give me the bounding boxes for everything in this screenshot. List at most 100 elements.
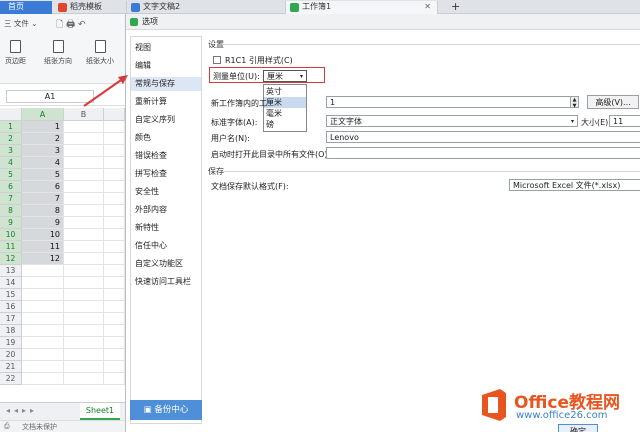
cell-b[interactable] [64, 121, 104, 133]
nav-item[interactable]: 安全性 [135, 185, 159, 199]
startup-folder-input[interactable] [326, 147, 640, 159]
cell-a[interactable]: 2 [22, 133, 64, 145]
cell-c[interactable] [104, 265, 125, 277]
row-header[interactable]: 13 [0, 265, 22, 277]
cell-c[interactable] [104, 313, 125, 325]
new-tab-button[interactable]: + [448, 1, 462, 14]
nav-item[interactable]: 自定义功能区 [135, 257, 183, 271]
cell-b[interactable] [64, 193, 104, 205]
cell-b[interactable] [64, 229, 104, 241]
cell-c[interactable] [104, 121, 125, 133]
nav-item[interactable]: 新特性 [135, 221, 159, 235]
row-header[interactable]: 10 [0, 229, 22, 241]
row-header[interactable]: 1 [0, 121, 22, 133]
nav-item[interactable]: 自定义序列 [135, 113, 175, 127]
cell-c[interactable] [104, 373, 125, 385]
nav-item[interactable]: 外部内容 [135, 203, 167, 217]
size-input[interactable]: 11 [609, 115, 640, 127]
unit-select[interactable]: 厘米 ▾ [263, 70, 307, 82]
cell-b[interactable] [64, 205, 104, 217]
cell-b[interactable] [64, 133, 104, 145]
cell-b[interactable] [64, 217, 104, 229]
cell-a[interactable]: 1 [22, 121, 64, 133]
row-header[interactable]: 20 [0, 349, 22, 361]
cell-a[interactable] [22, 373, 64, 385]
cell-b[interactable] [64, 253, 104, 265]
row-header[interactable]: 4 [0, 157, 22, 169]
file-menu[interactable]: 三 文件 ⌄ [4, 18, 38, 29]
r1c1-checkbox[interactable] [213, 56, 221, 64]
close-tab-icon[interactable]: ✕ [424, 1, 431, 13]
cell-c[interactable] [104, 241, 125, 253]
nav-item[interactable]: 拼写检查 [135, 167, 167, 181]
cell-a[interactable]: 9 [22, 217, 64, 229]
cell-a[interactable] [22, 313, 64, 325]
tab-home[interactable]: 首页 [0, 1, 52, 14]
cell-c[interactable] [104, 205, 125, 217]
cell-b[interactable] [64, 325, 104, 337]
new-workbook-sheets-input[interactable]: 1 [326, 96, 578, 108]
cell-b[interactable] [64, 361, 104, 373]
spinner-icon[interactable]: ▲ ▼ [570, 96, 579, 109]
page-orientation-button[interactable]: 纸张方向 [44, 40, 72, 66]
cell-a[interactable]: 10 [22, 229, 64, 241]
cell-b[interactable] [64, 169, 104, 181]
cell-c[interactable] [104, 325, 125, 337]
sheet-nav-arrows[interactable]: ◂◂▸▸ [6, 406, 38, 415]
row-header[interactable]: 21 [0, 361, 22, 373]
cell-c[interactable] [104, 301, 125, 313]
row-header[interactable]: 8 [0, 205, 22, 217]
unit-option-mm[interactable]: 毫米 [264, 108, 306, 119]
cell-c[interactable] [104, 169, 125, 181]
cell-b[interactable] [64, 181, 104, 193]
sheet-tab-sheet1[interactable]: Sheet1 [80, 403, 120, 420]
tab-workbook[interactable]: 工作簿1 ✕ [285, 1, 438, 14]
select-all-corner[interactable] [0, 108, 22, 121]
row-header[interactable]: 16 [0, 301, 22, 313]
cell-c[interactable] [104, 217, 125, 229]
unit-option-pt[interactable]: 磅 [264, 119, 306, 130]
nav-item[interactable]: 重新计算 [135, 95, 167, 109]
row-header[interactable]: 5 [0, 169, 22, 181]
cell-a[interactable] [22, 265, 64, 277]
nav-item[interactable]: 常规与保存 [131, 77, 201, 91]
row-header[interactable]: 3 [0, 145, 22, 157]
cell-a[interactable] [22, 289, 64, 301]
cell-a[interactable] [22, 361, 64, 373]
row-header[interactable]: 14 [0, 277, 22, 289]
spreadsheet-grid[interactable]: A B 1 1 2 2 3 3 4 4 5 5 6 6 7 7 8 8 9 9 10 10 11 11 12 12 13 14 15… [0, 108, 125, 400]
cell-b[interactable] [64, 289, 104, 301]
tab-templates[interactable]: 稻壳模板 [54, 1, 116, 14]
column-header-a[interactable]: A [22, 108, 64, 121]
nav-item[interactable]: 编辑 [135, 59, 151, 73]
font-select[interactable]: 正文字体 ▾ [326, 115, 578, 127]
cell-b[interactable] [64, 349, 104, 361]
row-header[interactable]: 15 [0, 289, 22, 301]
cell-b[interactable] [64, 157, 104, 169]
cell-a[interactable] [22, 325, 64, 337]
default-format-select[interactable]: Microsoft Excel 文件(*.xlsx) [509, 179, 640, 191]
row-header[interactable]: 12 [0, 253, 22, 265]
cell-a[interactable]: 7 [22, 193, 64, 205]
cell-a[interactable]: 12 [22, 253, 64, 265]
page-size-button[interactable]: 纸张大小 [86, 40, 114, 66]
cell-b[interactable] [64, 337, 104, 349]
tab-document[interactable]: 文字文稿2 [126, 1, 270, 14]
cell-a[interactable] [22, 349, 64, 361]
row-header[interactable]: 11 [0, 241, 22, 253]
cell-a[interactable]: 4 [22, 157, 64, 169]
nav-item[interactable]: 信任中心 [135, 239, 167, 253]
username-input[interactable]: Lenovo [326, 131, 640, 143]
cell-a[interactable] [22, 277, 64, 289]
cell-a[interactable]: 11 [22, 241, 64, 253]
cell-b[interactable] [64, 145, 104, 157]
cell-c[interactable] [104, 253, 125, 265]
row-header[interactable]: 7 [0, 193, 22, 205]
cell-b[interactable] [64, 373, 104, 385]
cell-b[interactable] [64, 265, 104, 277]
row-header[interactable]: 6 [0, 181, 22, 193]
cell-c[interactable] [104, 133, 125, 145]
nav-item[interactable]: 快速访问工具栏 [135, 275, 191, 289]
quick-access-icons[interactable]: 🗋 🖨 ↶ [56, 17, 86, 33]
row-header[interactable]: 17 [0, 313, 22, 325]
